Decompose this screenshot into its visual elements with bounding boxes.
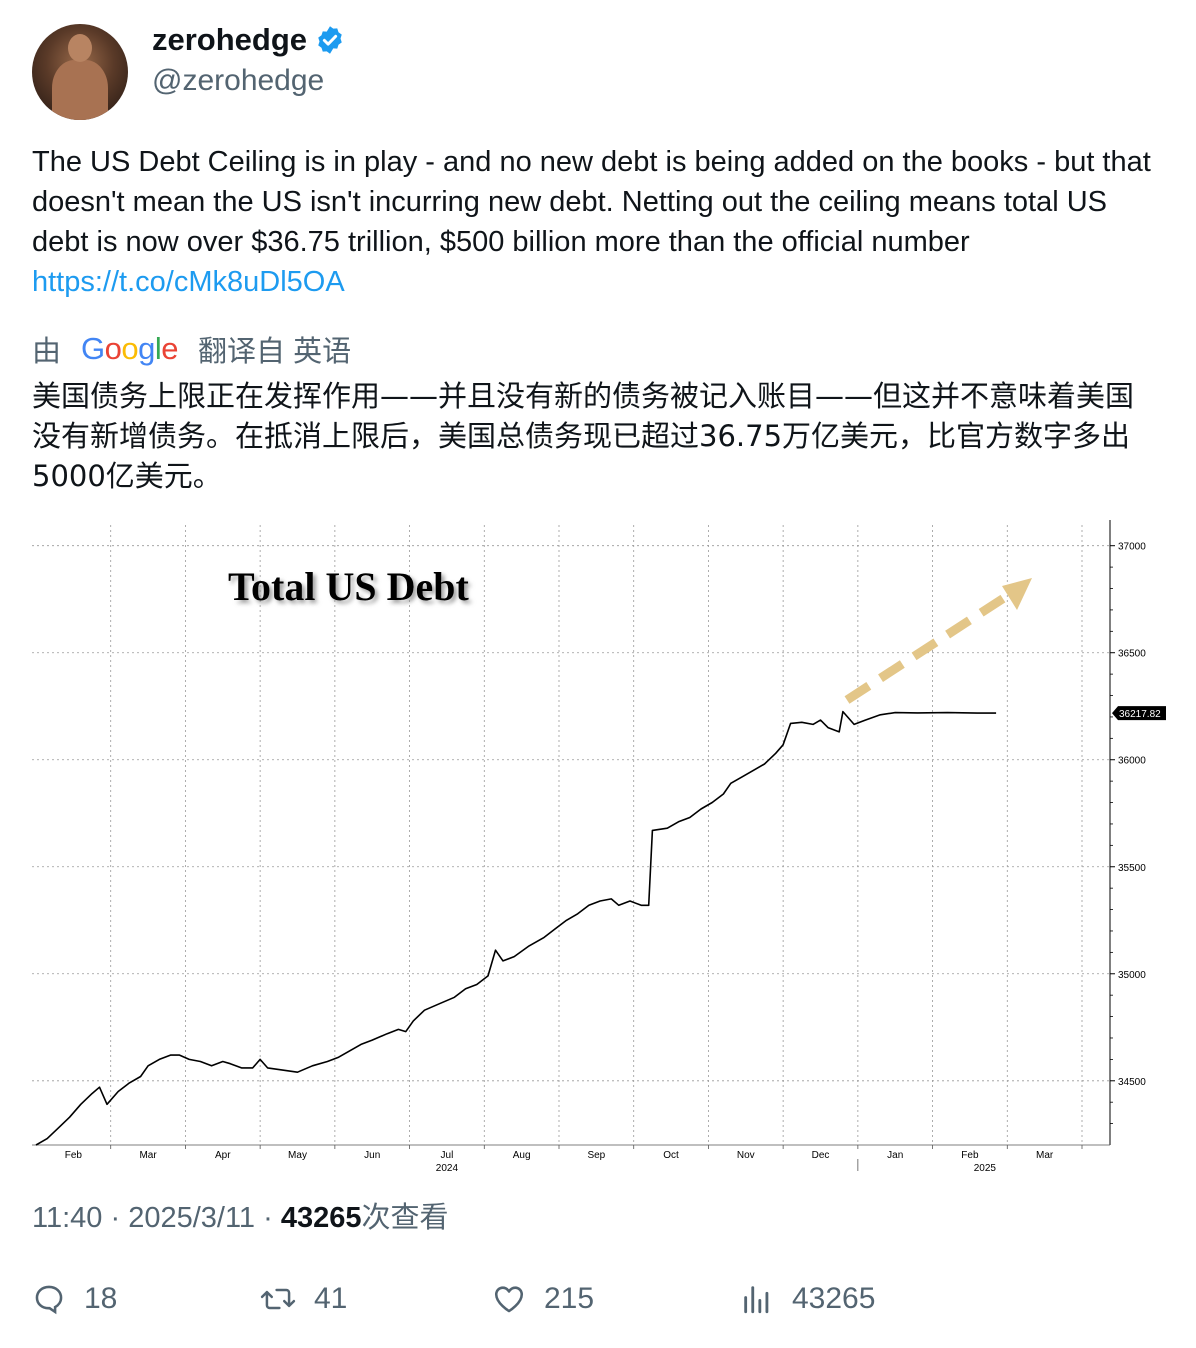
meta-separator: · xyxy=(110,1202,129,1234)
author-handle[interactable]: @zerohedge xyxy=(152,64,324,98)
translation-attribution: 由 Google 翻译自 英语 xyxy=(32,328,351,370)
y-tick-label: 36500 xyxy=(1118,649,1146,660)
meta-separator: · xyxy=(263,1202,281,1234)
views-count-action: 43265 xyxy=(792,1282,876,1315)
x-tick-label: Feb xyxy=(961,1150,979,1161)
y-axis-ticks: 34500 35000 35500 36000 36500 37000 xyxy=(1110,542,1146,1124)
x-tick-label: Nov xyxy=(737,1150,755,1161)
last-value-label: 36217.82 xyxy=(1119,709,1161,720)
chart-title: Total US Debt xyxy=(228,564,469,609)
projection-arrow-head xyxy=(1002,578,1032,610)
avatar-figure-torso xyxy=(52,60,108,120)
author-avatar[interactable] xyxy=(32,24,128,120)
repost-button[interactable]: 41 xyxy=(260,1282,347,1316)
tweet-date[interactable]: 2025/3/11 xyxy=(128,1202,255,1234)
heart-icon xyxy=(494,1286,524,1313)
x-tick-label: Mar xyxy=(1036,1150,1054,1161)
tweet-meta: 11:40 · 2025/3/11 · 43265次查看 xyxy=(32,1194,449,1236)
y-tick-label: 34500 xyxy=(1118,1077,1146,1088)
author-name-row: zerohedge xyxy=(152,22,345,58)
x-tick-label: Jun xyxy=(364,1150,380,1161)
x-tick-label: Mar xyxy=(139,1150,157,1161)
y-tick-label: 35000 xyxy=(1118,970,1146,981)
tweet-time[interactable]: 11:40 xyxy=(32,1202,102,1234)
tweet-text: The US Debt Ceiling is in play - and no … xyxy=(32,142,1162,302)
reply-button[interactable]: 18 xyxy=(32,1282,117,1316)
x-tick-label: Oct xyxy=(663,1150,679,1161)
translation-prefix: 由 xyxy=(32,336,62,368)
repost-count: 41 xyxy=(314,1282,348,1315)
projection-arrow xyxy=(844,578,1032,704)
x-tick-label: May xyxy=(288,1150,307,1161)
debt-chart-image[interactable]: 34500 35000 35500 36000 36500 37000 Feb Mar Apr… xyxy=(32,520,1166,1175)
action-bar: 18 41 215 43265 xyxy=(32,1282,1132,1322)
reply-icon xyxy=(35,1285,63,1315)
verified-badge-icon xyxy=(318,26,342,54)
y-tick-label: 37000 xyxy=(1118,542,1146,553)
views-count: 43265 xyxy=(280,1202,362,1234)
tweet-link[interactable]: https://t.co/cMk8uDl5OA xyxy=(32,266,345,298)
projection-arrow-shaft xyxy=(844,590,1013,704)
analytics-icon xyxy=(744,1286,769,1314)
x-axis-ticks: Feb Mar Apr May Jun Jul Aug Sep Oct Nov Dec Jan Feb M… xyxy=(65,1145,1083,1174)
x-tick-label: Sep xyxy=(587,1150,605,1161)
google-logo: Google xyxy=(81,331,179,366)
x-tick-label: Feb xyxy=(65,1150,83,1161)
debt-series-line xyxy=(35,710,997,1146)
tweet-body: The US Debt Ceiling is in play - and no … xyxy=(32,146,1151,258)
views-label: 次查看 xyxy=(361,1200,449,1234)
x-tick-label: Apr xyxy=(215,1150,231,1161)
year-label: 2024 xyxy=(436,1163,459,1174)
like-count: 215 xyxy=(544,1282,595,1315)
chart-grid xyxy=(32,525,1110,1145)
like-button[interactable]: 215 xyxy=(492,1282,594,1316)
x-tick-label: Aug xyxy=(513,1150,531,1161)
x-tick-label: Jul xyxy=(441,1150,454,1161)
avatar-figure-head xyxy=(68,34,92,62)
views-button[interactable]: 43265 xyxy=(740,1282,875,1316)
translated-text: 美国债务上限正在发挥作用——并且没有新的债务被记入账目——但这并不意味着美国没有… xyxy=(32,379,1135,493)
x-tick-label: Dec xyxy=(812,1150,830,1161)
y-tick-label: 36000 xyxy=(1118,756,1146,767)
x-tick-label: Jan xyxy=(887,1150,903,1161)
y-tick-label: 35500 xyxy=(1118,863,1146,874)
reply-count: 18 xyxy=(84,1282,118,1315)
repost-icon xyxy=(260,1288,296,1310)
author-display-name[interactable]: zerohedge xyxy=(152,22,307,58)
translation-source-language: 翻译自 英语 xyxy=(198,336,352,368)
last-value-tag: 36217.82 xyxy=(1112,706,1166,721)
year-label: 2025 xyxy=(974,1163,997,1174)
